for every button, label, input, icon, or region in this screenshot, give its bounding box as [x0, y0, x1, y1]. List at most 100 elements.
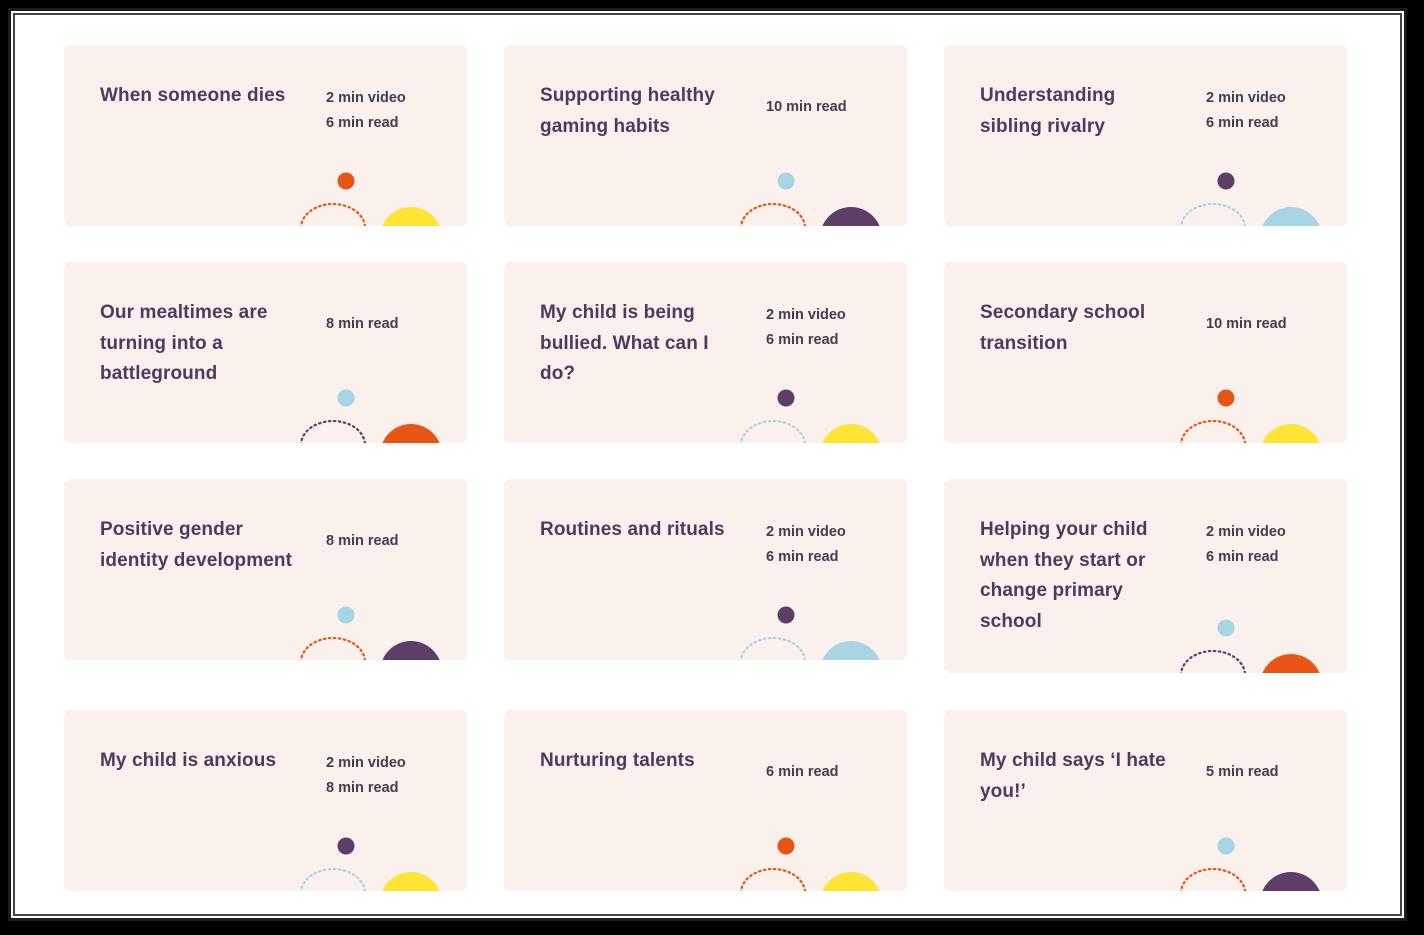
card-title[interactable]: My child says ‘I hate you!’	[980, 746, 1180, 807]
small-dot-shape	[337, 172, 355, 190]
card-illustration	[1180, 837, 1320, 891]
large-circle-shape	[382, 207, 440, 226]
large-circle-shape	[1262, 207, 1320, 226]
article-card[interactable]: Helping your child when they start or ch…	[944, 479, 1347, 673]
small-dot-shape	[777, 606, 795, 624]
card-title[interactable]: Helping your child when they start or ch…	[980, 515, 1180, 637]
card-illustration	[1180, 389, 1320, 443]
dotted-arc-shape	[300, 636, 366, 660]
card-title[interactable]: Secondary school transition	[980, 298, 1180, 359]
article-card[interactable]: Secondary school transition 10 min read	[944, 262, 1347, 443]
article-card[interactable]: Our mealtimes are turning into a battleg…	[64, 262, 467, 443]
video-duration: 2 min video	[326, 90, 406, 106]
dotted-arc-shape	[1180, 649, 1246, 673]
dotted-arc-shape	[300, 202, 366, 226]
card-duration-info: 6 min read	[766, 760, 839, 785]
card-title[interactable]: My child is being bullied. What can I do…	[540, 298, 740, 390]
card-illustration	[740, 837, 880, 891]
card-duration-info: 2 min video 6 min read	[766, 303, 846, 353]
article-card[interactable]: When someone dies 2 min video 6 min read	[64, 45, 467, 226]
large-circle-shape	[1262, 654, 1320, 673]
read-duration: 6 min read	[766, 764, 839, 780]
card-duration-info: 5 min read	[1206, 760, 1279, 785]
read-duration: 10 min read	[1206, 316, 1287, 332]
article-card[interactable]: My child is anxious 2 min video 8 min read	[64, 710, 467, 891]
card-title[interactable]: Understanding sibling rivalry	[980, 81, 1180, 142]
card-illustration	[300, 389, 440, 443]
card-illustration	[1180, 172, 1320, 226]
card-illustration	[740, 606, 880, 660]
card-duration-info: 8 min read	[326, 529, 399, 554]
large-circle-shape	[382, 872, 440, 891]
article-card[interactable]: Nurturing talents 6 min read	[504, 710, 907, 891]
card-illustration	[300, 172, 440, 226]
card-title[interactable]: Supporting healthy gaming habits	[540, 81, 740, 142]
card-illustration	[300, 837, 440, 891]
card-duration-info: 10 min read	[766, 95, 847, 120]
video-duration: 2 min video	[1206, 524, 1286, 540]
card-illustration	[740, 172, 880, 226]
article-card[interactable]: My child says ‘I hate you!’ 5 min read	[944, 710, 1347, 891]
card-duration-info: 2 min video 6 min read	[1206, 520, 1286, 570]
read-duration: 8 min read	[326, 316, 399, 332]
card-title[interactable]: Nurturing talents	[540, 746, 740, 777]
card-duration-info: 2 min video 8 min read	[326, 751, 406, 801]
large-circle-shape	[822, 641, 880, 660]
read-duration: 6 min read	[766, 332, 839, 348]
large-circle-shape	[382, 424, 440, 443]
content-frame: When someone dies 2 min video 6 min read Su…	[8, 8, 1407, 921]
card-title[interactable]: When someone dies	[100, 81, 300, 112]
card-title[interactable]: Our mealtimes are turning into a battleg…	[100, 298, 300, 390]
large-circle-shape	[822, 872, 880, 891]
card-title[interactable]: Positive gender identity development	[100, 515, 300, 576]
dotted-arc-shape	[1180, 202, 1246, 226]
video-duration: 2 min video	[1206, 90, 1286, 106]
video-duration: 2 min video	[326, 755, 406, 771]
article-card[interactable]: Supporting healthy gaming habits 10 min r…	[504, 45, 907, 226]
read-duration: 8 min read	[326, 780, 399, 796]
dotted-arc-shape	[740, 636, 806, 660]
small-dot-shape	[777, 389, 795, 407]
read-duration: 6 min read	[1206, 549, 1279, 565]
card-title[interactable]: Routines and rituals	[540, 515, 740, 546]
read-duration: 5 min read	[1206, 764, 1279, 780]
dotted-arc-shape	[1180, 867, 1246, 891]
article-card[interactable]: Positive gender identity development 8 mi…	[64, 479, 467, 660]
small-dot-shape	[1217, 172, 1235, 190]
small-dot-shape	[337, 606, 355, 624]
card-title[interactable]: My child is anxious	[100, 746, 300, 777]
dotted-arc-shape	[740, 202, 806, 226]
article-card[interactable]: Routines and rituals 2 min video 6 min rea…	[504, 479, 907, 660]
card-illustration	[1180, 619, 1320, 673]
dotted-arc-shape	[740, 867, 806, 891]
card-duration-info: 2 min video 6 min read	[1206, 86, 1286, 136]
small-dot-shape	[1217, 837, 1235, 855]
large-circle-shape	[822, 424, 880, 443]
large-circle-shape	[822, 207, 880, 226]
card-duration-info: 10 min read	[1206, 312, 1287, 337]
large-circle-shape	[382, 641, 440, 660]
dotted-arc-shape	[1180, 419, 1246, 443]
read-duration: 10 min read	[766, 99, 847, 115]
large-circle-shape	[1262, 872, 1320, 891]
card-duration-info: 2 min video 6 min read	[326, 86, 406, 136]
card-illustration	[740, 389, 880, 443]
article-card[interactable]: My child is being bullied. What can I do…	[504, 262, 907, 443]
large-circle-shape	[1262, 424, 1320, 443]
read-duration: 6 min read	[326, 115, 399, 131]
read-duration: 8 min read	[326, 533, 399, 549]
card-illustration	[300, 606, 440, 660]
small-dot-shape	[337, 837, 355, 855]
card-duration-info: 2 min video 6 min read	[766, 520, 846, 570]
video-duration: 2 min video	[766, 307, 846, 323]
read-duration: 6 min read	[1206, 115, 1279, 131]
dotted-arc-shape	[300, 867, 366, 891]
small-dot-shape	[1217, 389, 1235, 407]
read-duration: 6 min read	[766, 549, 839, 565]
article-card[interactable]: Understanding sibling rivalry 2 min video…	[944, 45, 1347, 226]
dotted-arc-shape	[740, 419, 806, 443]
small-dot-shape	[1217, 619, 1235, 637]
dotted-arc-shape	[300, 419, 366, 443]
card-duration-info: 8 min read	[326, 312, 399, 337]
small-dot-shape	[337, 389, 355, 407]
